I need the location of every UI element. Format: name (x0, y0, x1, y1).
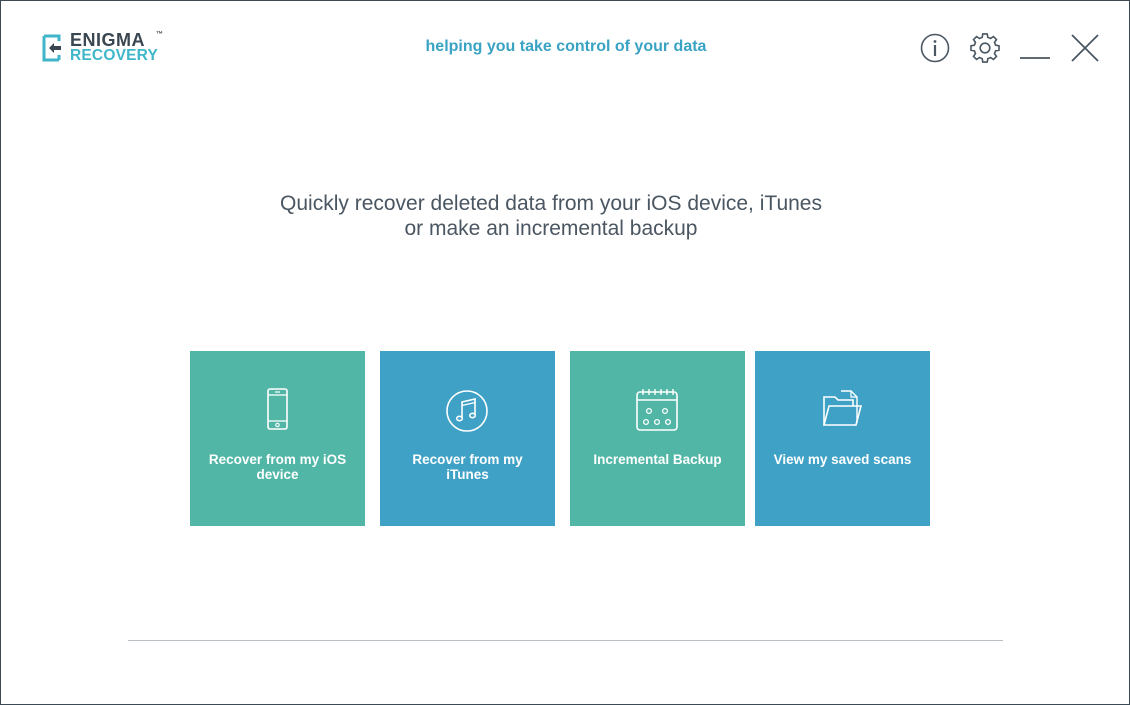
gear-icon (970, 33, 1000, 63)
tile-label: Incremental Backup (593, 452, 722, 467)
headline-line-1: Quickly recover deleted data from your i… (280, 192, 822, 215)
tile-label: Recover from my iTunes (412, 452, 523, 482)
incremental-backup-tile[interactable]: Incremental Backup (570, 351, 745, 526)
page-headline: Quickly recover deleted data from your i… (201, 191, 901, 241)
tile-label: Recover from my iOS device (208, 452, 347, 482)
info-button[interactable] (918, 31, 952, 65)
app-tagline: helping you take control of your data (425, 38, 707, 55)
close-icon (1071, 34, 1099, 62)
minimize-button[interactable] (1018, 31, 1052, 65)
calendar-icon (632, 387, 682, 435)
view-saved-scans-tile[interactable]: View my saved scans (755, 351, 930, 526)
recover-ios-device-tile[interactable]: Recover from my iOS device (190, 351, 365, 526)
phone-icon (252, 387, 302, 435)
info-icon (920, 33, 950, 63)
recover-itunes-tile[interactable]: Recover from my iTunes (380, 351, 555, 526)
close-button[interactable] (1068, 31, 1102, 65)
tile-label: View my saved scans (773, 452, 912, 467)
logo-text-recovery: RECOVERY (70, 47, 159, 64)
folder-icon (817, 387, 867, 435)
music-note-icon (442, 387, 492, 435)
logo-mark-icon (42, 34, 61, 62)
enigma-recovery-logo: ENIGMA ™ RECOVERY (41, 31, 166, 67)
app-window: ENIGMA ™ RECOVERY helping you take contr… (0, 0, 1130, 705)
settings-button[interactable] (968, 31, 1002, 65)
footer-divider (128, 640, 1003, 641)
headline-line-2: or make an incremental backup (404, 217, 698, 240)
logo-trademark: ™ (156, 31, 163, 38)
minimize-icon (1020, 57, 1050, 59)
